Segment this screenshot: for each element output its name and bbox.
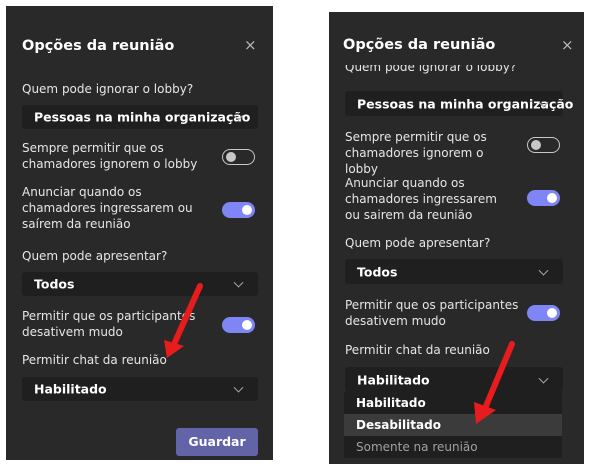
meeting-chat-label: Permitir chat da reunião <box>345 343 490 357</box>
presenter-dropdown[interactable]: Todos <box>22 272 258 296</box>
announce-callers-toggle[interactable] <box>222 202 255 218</box>
meeting-options-panel-right: Opções da reunião × Quem pode ignorar o … <box>329 12 584 464</box>
presenter-value: Todos <box>34 276 75 292</box>
toggle-knob <box>531 140 541 150</box>
red-arrow-icon <box>164 283 203 358</box>
presenter-value: Todos <box>357 264 398 279</box>
presenter-dropdown[interactable]: Todos <box>345 259 563 284</box>
meeting-chat-label: Permitir chat da reunião <box>22 353 167 367</box>
chevron-down-icon <box>233 382 244 393</box>
callers-bypass-toggle[interactable] <box>222 149 255 165</box>
meeting-options-panel-left: Opções da reunião × Quem pode ignorar o … <box>6 6 273 460</box>
meeting-chat-value: Habilitado <box>357 372 430 387</box>
menu-option-desabilitado[interactable]: Desabilitado <box>344 414 562 436</box>
panel-title: Opções da reunião <box>22 38 175 54</box>
lobby-bypass-label: Quem pode ignorar o lobby? <box>22 82 194 96</box>
presenter-label: Quem pode apresentar? <box>22 249 168 263</box>
menu-option-somente-na-reuniao[interactable]: Somente na reunião <box>344 436 562 458</box>
callers-bypass-label: Sempre permitir que os chamadores ignore… <box>22 141 198 171</box>
toggle-knob <box>547 308 557 318</box>
presenter-label: Quem pode apresentar? <box>345 236 491 250</box>
meeting-chat-value: Habilitado <box>34 381 107 397</box>
chevron-down-icon <box>538 373 549 384</box>
meeting-chat-options-menu: Habilitado Desabilitado Somente na reuni… <box>344 392 562 458</box>
lobby-bypass-dropdown[interactable]: Pessoas na minha organização <box>345 91 573 116</box>
toggle-knob <box>242 320 252 330</box>
meeting-chat-dropdown[interactable]: Habilitado <box>345 367 563 392</box>
lobby-bypass-value: Pessoas na minha organização <box>34 109 251 125</box>
lobby-bypass-label: Quem pode ignorar o lobby? <box>345 65 517 74</box>
announce-callers-label: Anunciar quando os chamadores ingressare… <box>22 185 193 231</box>
callers-bypass-toggle[interactable] <box>527 137 560 153</box>
allow-unmute-label: Permitir que os participantes desativem … <box>345 298 519 328</box>
allow-unmute-toggle[interactable] <box>222 317 255 333</box>
save-button[interactable]: Guardar <box>176 428 258 456</box>
menu-option-habilitado[interactable]: Habilitado <box>344 392 562 414</box>
red-arrow-icon <box>474 341 515 424</box>
panel-title: Opções da reunião <box>343 37 496 53</box>
toggle-knob <box>242 205 252 215</box>
chevron-down-icon <box>538 265 549 276</box>
lobby-bypass-dropdown[interactable]: Pessoas na minha organização <box>22 105 258 129</box>
chevron-down-icon <box>233 277 244 288</box>
announce-callers-toggle[interactable] <box>527 190 560 206</box>
announce-callers-label: Anunciar quando os chamadores ingressare… <box>345 176 497 222</box>
close-icon[interactable]: × <box>561 38 574 53</box>
callers-bypass-label: Sempre permitir que os chamadores ignore… <box>345 130 487 176</box>
toggle-knob <box>226 152 236 162</box>
allow-unmute-toggle[interactable] <box>527 305 560 321</box>
close-icon[interactable]: × <box>244 38 257 53</box>
toggle-knob <box>547 193 557 203</box>
meeting-chat-dropdown[interactable]: Habilitado <box>22 377 258 401</box>
